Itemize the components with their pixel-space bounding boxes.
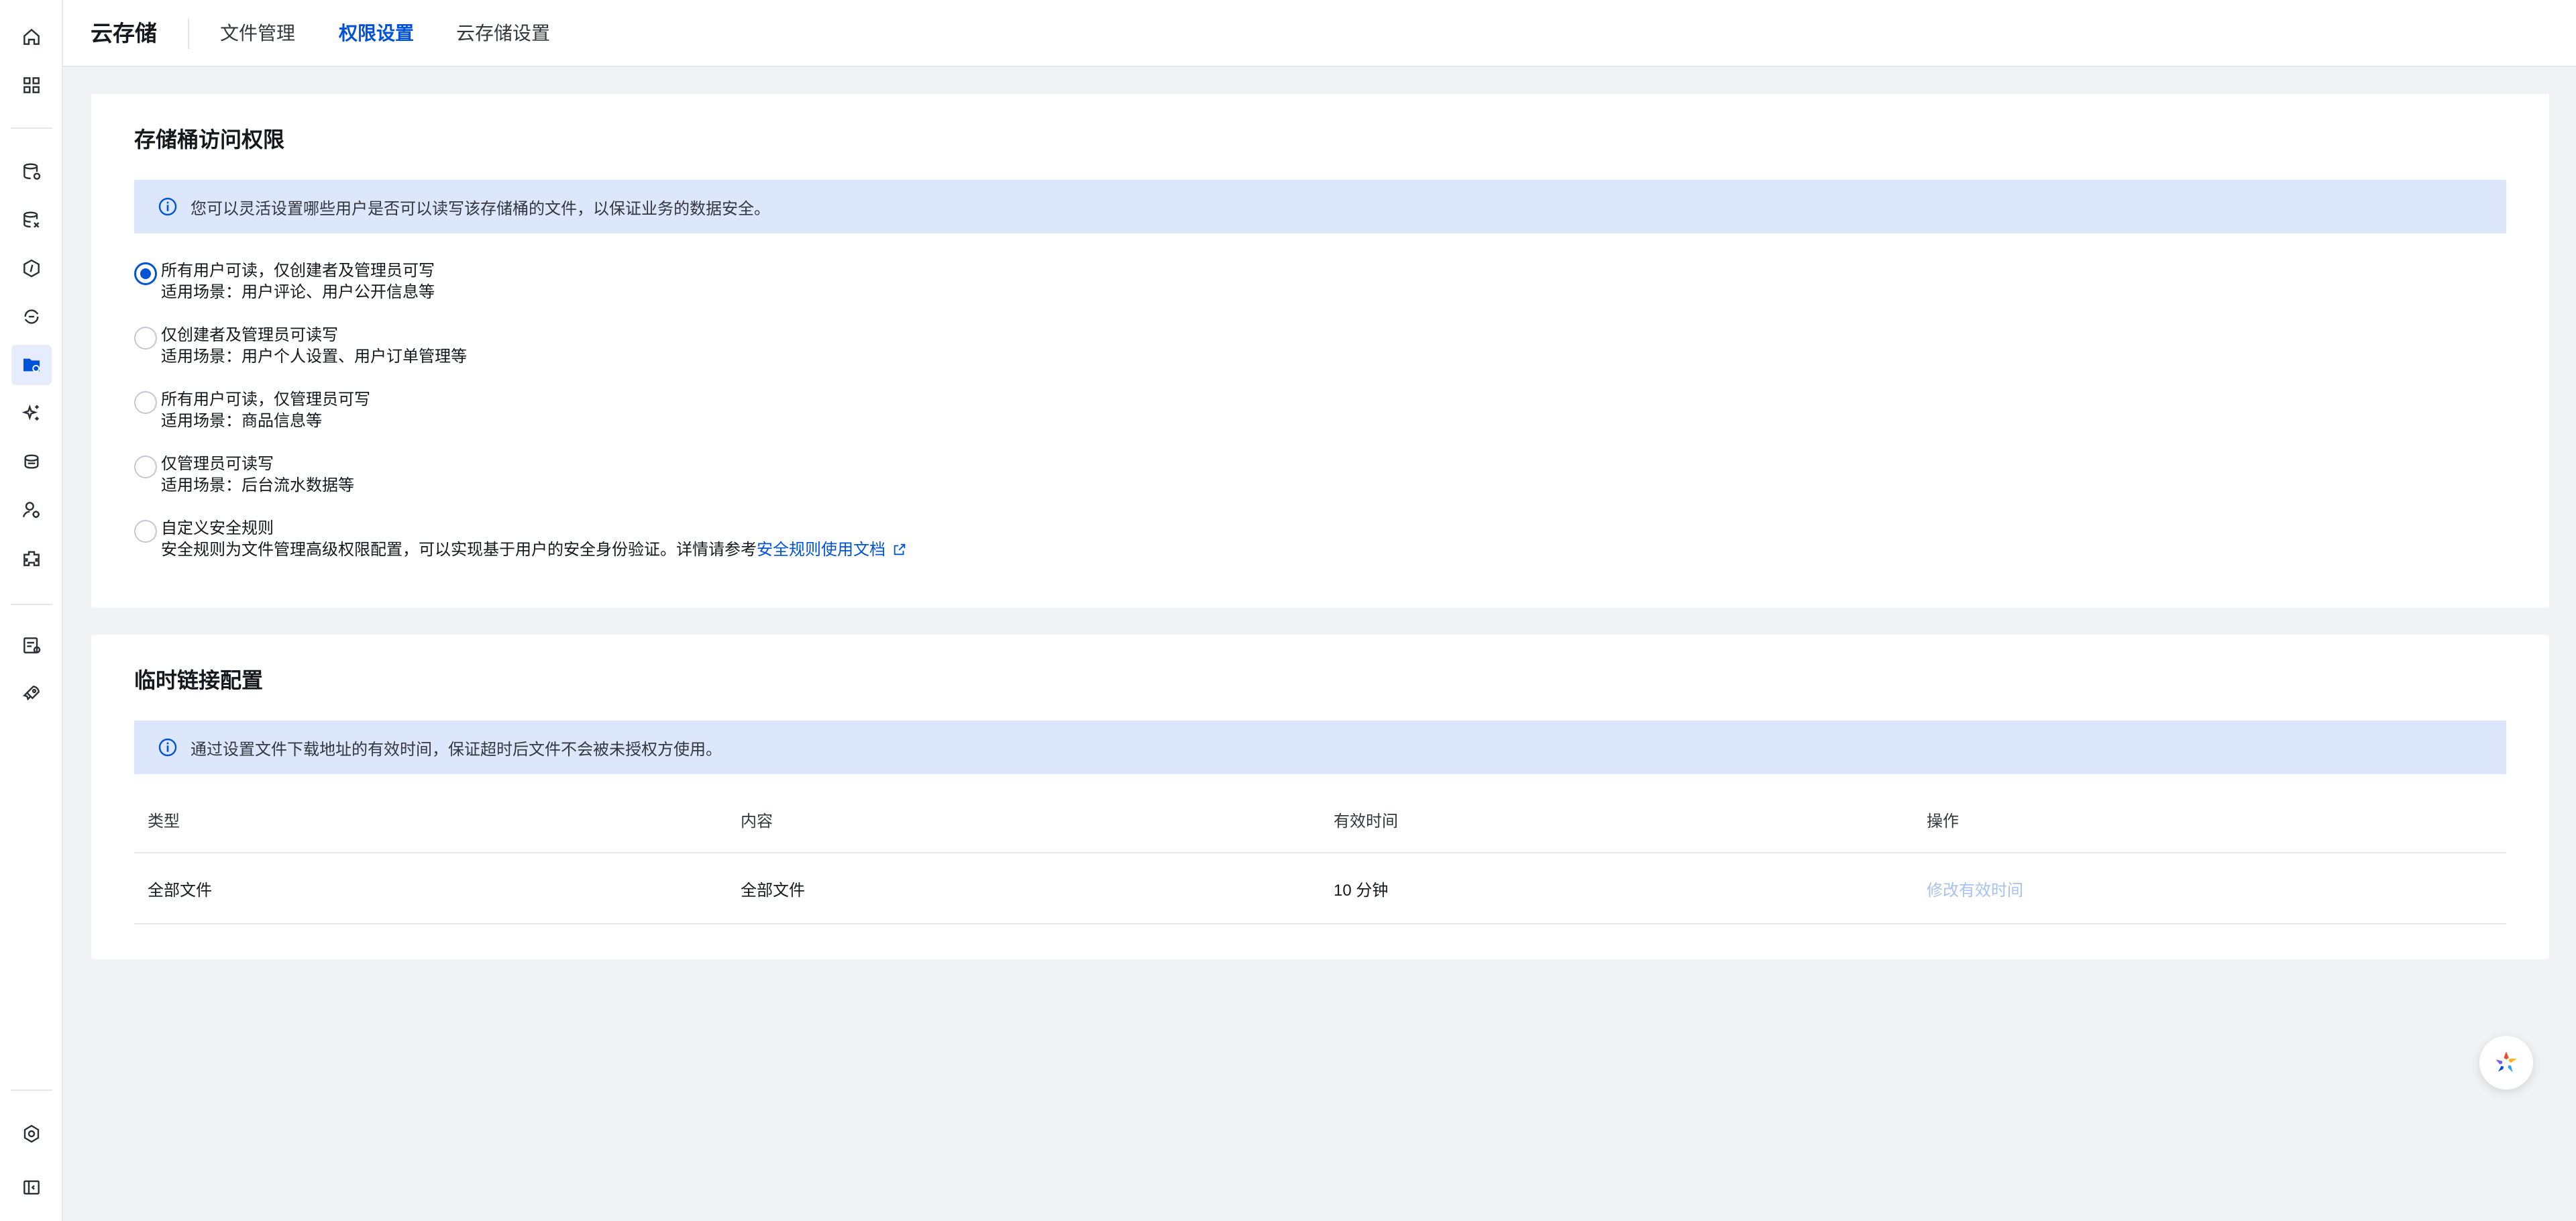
table-row: 全部文件 全部文件 10 分钟 修改有效时间 bbox=[134, 853, 2506, 924]
notice-text: 通过设置文件下载地址的有效时间，保证超时后文件不会被未授权方使用。 bbox=[191, 740, 722, 759]
radio-button-checked[interactable] bbox=[134, 262, 157, 285]
tab-storage-settings[interactable]: 云存储设置 bbox=[456, 20, 550, 47]
column-header-type: 类型 bbox=[148, 812, 180, 831]
extension-icon[interactable] bbox=[11, 538, 52, 578]
option-title: 所有用户可读，仅管理员可写 bbox=[161, 390, 370, 409]
settings-icon[interactable] bbox=[11, 1114, 52, 1154]
info-icon bbox=[158, 197, 177, 216]
database-icon[interactable] bbox=[11, 152, 52, 192]
radio-button[interactable] bbox=[134, 391, 157, 414]
assistant-logo-icon bbox=[2496, 1051, 2517, 1073]
title-divider bbox=[188, 18, 189, 49]
log-icon[interactable] bbox=[11, 625, 52, 666]
temp-link-card: 临时链接配置 通过设置文件下载地址的有效时间，保证超时后文件不会被未授权方使用。… bbox=[91, 635, 2549, 959]
sidebar bbox=[0, 0, 63, 1221]
bucket-access-title: 存储桶访问权限 bbox=[134, 127, 285, 152]
column-header-action: 操作 bbox=[1927, 812, 1959, 831]
external-link-icon[interactable] bbox=[892, 542, 907, 557]
sidebar-divider bbox=[11, 1090, 52, 1091]
deploy-icon[interactable] bbox=[11, 674, 52, 714]
info-icon bbox=[158, 738, 177, 757]
bucket-access-card: 存储桶访问权限 您可以灵活设置哪些用户是否可以读写该存储桶的文件，以保证业务的数… bbox=[91, 94, 2549, 608]
option-description: 适用场景：商品信息等 bbox=[161, 412, 322, 430]
home-icon[interactable] bbox=[11, 17, 52, 57]
app-title: 云存储 bbox=[91, 21, 157, 46]
cell-type: 全部文件 bbox=[148, 881, 212, 900]
option-description: 适用场景：用户评论、用户公开信息等 bbox=[161, 283, 435, 301]
cell-duration: 10 分钟 bbox=[1334, 881, 1389, 900]
temp-link-title: 临时链接配置 bbox=[134, 668, 264, 692]
sidebar-divider bbox=[11, 127, 52, 129]
function-icon[interactable] bbox=[11, 248, 52, 288]
security-rules-doc-link[interactable]: 安全规则使用文档 bbox=[757, 541, 885, 559]
modify-duration-link[interactable]: 修改有效时间 bbox=[1927, 853, 2023, 923]
column-header-content: 内容 bbox=[741, 812, 773, 831]
dashboard-icon[interactable] bbox=[11, 65, 52, 105]
sync-icon[interactable] bbox=[11, 297, 52, 337]
notice-text: 您可以灵活设置哪些用户是否可以读写该存储桶的文件，以保证业务的数据安全。 bbox=[191, 199, 770, 218]
option-title: 仅管理员可读写 bbox=[161, 455, 274, 473]
user-auth-icon[interactable] bbox=[11, 490, 52, 530]
assistant-button[interactable] bbox=[2479, 1036, 2533, 1090]
option-description: 适用场景：后台流水数据等 bbox=[161, 476, 354, 494]
top-bar: 云存储 文件管理 权限设置 云存储设置 bbox=[63, 0, 2576, 67]
storage-folder-icon[interactable] bbox=[11, 345, 52, 385]
radio-button[interactable] bbox=[134, 456, 157, 478]
radio-button[interactable] bbox=[134, 520, 157, 543]
collapse-sidebar-icon[interactable] bbox=[11, 1167, 52, 1208]
option-description: 安全规则为文件管理高级权限配置，可以实现基于用户的安全身份验证。详情请参考 bbox=[161, 541, 757, 559]
static-hosting-icon[interactable] bbox=[11, 441, 52, 482]
option-title: 仅创建者及管理员可读写 bbox=[161, 326, 338, 344]
option-title: 自定义安全规则 bbox=[161, 519, 274, 537]
option-description: 适用场景：用户个人设置、用户订单管理等 bbox=[161, 348, 467, 366]
column-header-duration: 有效时间 bbox=[1334, 812, 1398, 831]
tab-file-management[interactable]: 文件管理 bbox=[220, 20, 295, 47]
database-settings-icon[interactable] bbox=[11, 200, 52, 240]
cell-content: 全部文件 bbox=[741, 881, 805, 900]
temp-link-notice: 通过设置文件下载地址的有效时间，保证超时后文件不会被未授权方使用。 bbox=[134, 721, 2506, 774]
option-title: 所有用户可读，仅创建者及管理员可写 bbox=[161, 262, 435, 280]
tab-permission-settings[interactable]: 权限设置 bbox=[339, 20, 414, 47]
sidebar-divider bbox=[11, 604, 52, 605]
ai-sparkle-icon[interactable] bbox=[11, 393, 52, 433]
option-description-with-link: 安全规则为文件管理高级权限配置，可以实现基于用户的安全身份验证。详情请参考安全规… bbox=[161, 539, 907, 561]
radio-button[interactable] bbox=[134, 327, 157, 350]
temp-link-table: 类型 内容 有效时间 操作 全部文件 全部文件 10 分钟 修改有效时间 bbox=[134, 786, 2506, 924]
table-header: 类型 内容 有效时间 操作 bbox=[134, 786, 2506, 853]
bucket-access-notice: 您可以灵活设置哪些用户是否可以读写该存储桶的文件，以保证业务的数据安全。 bbox=[134, 180, 2506, 233]
